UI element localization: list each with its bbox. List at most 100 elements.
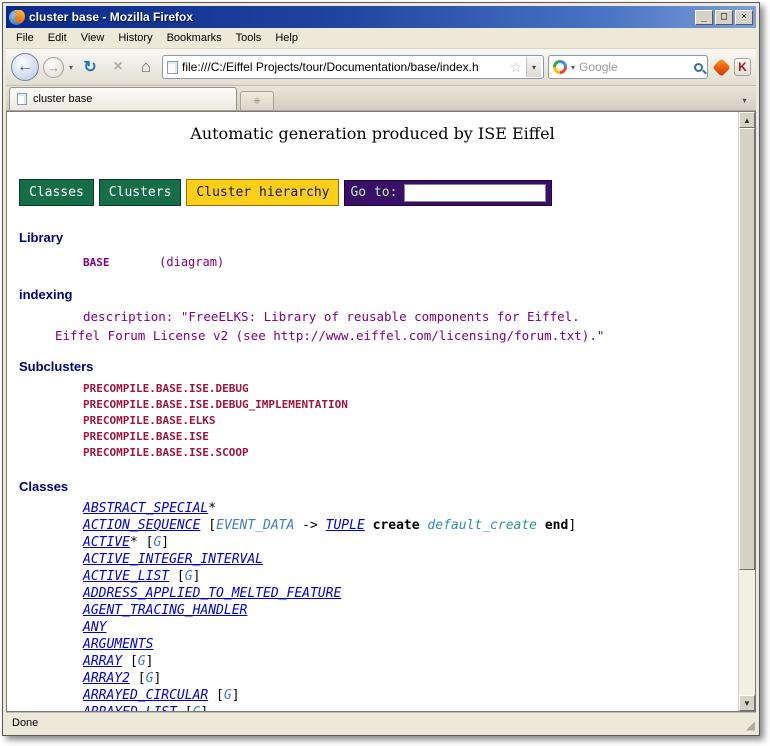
goto-box: Go to: bbox=[344, 180, 552, 206]
library-line: BASE (diagram) bbox=[83, 251, 738, 270]
addon-k-button[interactable]: K bbox=[734, 58, 751, 76]
class-entry: ACTIVE_LIST [G] bbox=[83, 568, 738, 585]
window-title: cluster base - Mozilla Firefox bbox=[29, 10, 690, 24]
class-link[interactable]: TUPLE bbox=[326, 518, 365, 533]
nav-button-clusters[interactable]: Clusters bbox=[99, 179, 182, 206]
status-bar: Done ◢ bbox=[6, 712, 756, 732]
scrollbar-thumb[interactable] bbox=[739, 128, 755, 570]
nav-button-classes[interactable]: Classes bbox=[19, 179, 94, 206]
scrollbar-track[interactable] bbox=[739, 128, 755, 695]
minimize-button[interactable]: _ bbox=[695, 10, 713, 25]
list-all-tabs-button[interactable]: ▾ bbox=[736, 91, 753, 110]
class-text-kw: create bbox=[365, 518, 428, 533]
back-button[interactable]: ← bbox=[11, 53, 39, 81]
diagram-link[interactable]: (diagram) bbox=[159, 255, 224, 269]
class-text-gen: G bbox=[138, 654, 146, 669]
class-link[interactable]: ARRAY2 bbox=[83, 671, 130, 686]
goto-input[interactable] bbox=[404, 184, 546, 202]
subcluster-link[interactable]: PRECOMPILE.BASE.ISE.DEBUG bbox=[83, 381, 738, 397]
maximize-button[interactable]: □ bbox=[715, 10, 733, 25]
menu-file[interactable]: File bbox=[9, 29, 41, 47]
class-text-plain: ] bbox=[200, 705, 208, 711]
class-entry: ARGUMENTS bbox=[83, 636, 738, 653]
class-text-plain: -> bbox=[294, 518, 325, 533]
home-icon: ⌂ bbox=[141, 57, 151, 77]
menu-bookmarks[interactable]: Bookmarks bbox=[160, 29, 229, 47]
library-heading: Library bbox=[19, 230, 738, 245]
class-text-plain: ] bbox=[193, 569, 201, 584]
class-link[interactable]: ACTIVE_INTEGER_INTERVAL bbox=[83, 552, 263, 567]
search-input[interactable] bbox=[579, 60, 691, 74]
indexing-heading: indexing bbox=[19, 287, 738, 302]
subcluster-link[interactable]: PRECOMPILE.BASE.ELKS bbox=[83, 413, 738, 429]
class-link[interactable]: ACTIVE bbox=[83, 535, 130, 550]
url-input[interactable] bbox=[182, 60, 505, 74]
goto-label: Go to: bbox=[350, 185, 397, 200]
class-link[interactable]: ABSTRACT_SPECIAL bbox=[83, 501, 208, 516]
tab-bar: cluster base ⁜ ▾ bbox=[6, 86, 756, 111]
menu-help[interactable]: Help bbox=[268, 29, 305, 47]
class-entry: ACTION_SEQUENCE [EVENT_DATA -> TUPLE cre… bbox=[83, 517, 738, 534]
class-text-gen: EVENT_DATA bbox=[216, 518, 294, 533]
class-link[interactable]: ACTIVE_LIST bbox=[83, 569, 169, 584]
class-entry: ACTIVE_INTEGER_INTERVAL bbox=[83, 551, 738, 568]
class-link[interactable]: ACTION_SEQUENCE bbox=[83, 518, 200, 533]
class-link[interactable]: ARGUMENTS bbox=[83, 637, 153, 652]
class-link[interactable]: ARRAYED_CIRCULAR bbox=[83, 688, 208, 703]
scroll-down-button[interactable]: ▼ bbox=[739, 695, 755, 711]
addon-gem-icon[interactable] bbox=[712, 58, 730, 76]
classes-heading: Classes bbox=[19, 479, 738, 494]
subcluster-link[interactable]: PRECOMPILE.BASE.ISE.SCOOP bbox=[83, 445, 738, 461]
class-text-plain: ] bbox=[153, 671, 161, 686]
class-link[interactable]: ARRAYED_LIST bbox=[83, 705, 177, 711]
navigation-toolbar: ← → ▾ ↻ × ⌂ ☆ ▾ ▾ K bbox=[6, 49, 756, 86]
history-dropdown-icon[interactable]: ▾ bbox=[68, 63, 74, 72]
search-bar[interactable]: ▾ bbox=[548, 55, 708, 79]
menu-edit[interactable]: Edit bbox=[41, 29, 74, 47]
search-engine-dropdown-icon[interactable]: ▾ bbox=[570, 63, 576, 72]
class-link[interactable]: AGENT_TRACING_HANDLER bbox=[83, 603, 247, 618]
class-text-plain: * bbox=[208, 501, 216, 516]
class-entry: ADDRESS_APPLIED_TO_MELTED_FEATURE bbox=[83, 585, 738, 602]
class-entry: ARRAY2 [G] bbox=[83, 670, 738, 687]
bookmark-star-icon[interactable]: ☆ bbox=[509, 59, 522, 76]
browser-content: Automatic generation produced by ISE Eif… bbox=[6, 111, 756, 712]
class-text-plain: [ bbox=[177, 705, 193, 711]
class-link[interactable]: ARRAY bbox=[83, 654, 122, 669]
vertical-scrollbar[interactable]: ▲ ▼ bbox=[738, 112, 755, 711]
subclusters-heading: Subclusters bbox=[19, 359, 738, 374]
tab-cluster-base[interactable]: cluster base bbox=[9, 87, 237, 110]
tab-label: cluster base bbox=[33, 93, 92, 105]
subcluster-link[interactable]: PRECOMPILE.BASE.ISE.DEBUG_IMPLEMENTATION bbox=[83, 397, 738, 413]
class-entry: ARRAYED_LIST [G] bbox=[83, 704, 738, 711]
status-text: Done bbox=[12, 717, 38, 729]
reload-icon: ↻ bbox=[83, 57, 96, 77]
resize-grip[interactable]: ◢ bbox=[746, 719, 755, 731]
class-text-plain: [ bbox=[169, 569, 185, 584]
nav-button-cluster-hierarchy[interactable]: Cluster hierarchy bbox=[186, 179, 339, 206]
indexing-line-2: Eiffel Forum License v2 (see http://www.… bbox=[55, 328, 738, 343]
url-dropdown-button[interactable]: ▾ bbox=[526, 57, 541, 77]
class-link[interactable]: ADDRESS_APPLIED_TO_MELTED_FEATURE bbox=[83, 586, 341, 601]
browser-window: cluster base - Mozilla Firefox _ □ × Fil… bbox=[2, 2, 760, 736]
home-button[interactable]: ⌂ bbox=[134, 55, 158, 79]
class-text-plain: [ bbox=[200, 518, 216, 533]
page-title: Automatic generation produced by ISE Eif… bbox=[7, 124, 738, 143]
stop-button[interactable]: × bbox=[106, 55, 130, 79]
forward-button[interactable]: → bbox=[43, 57, 64, 78]
title-bar[interactable]: cluster base - Mozilla Firefox _ □ × bbox=[6, 6, 756, 28]
close-button[interactable]: × bbox=[735, 10, 753, 25]
menu-view[interactable]: View bbox=[74, 29, 112, 47]
url-bar[interactable]: ☆ ▾ bbox=[162, 55, 544, 79]
google-logo-icon[interactable] bbox=[553, 60, 567, 74]
menu-bar: FileEditViewHistoryBookmarksToolsHelp bbox=[6, 28, 756, 49]
menu-tools[interactable]: Tools bbox=[229, 29, 269, 47]
menu-history[interactable]: History bbox=[111, 29, 159, 47]
cluster-base-link[interactable]: BASE bbox=[83, 256, 110, 269]
search-magnifier-icon[interactable] bbox=[694, 63, 703, 72]
scroll-up-button[interactable]: ▲ bbox=[739, 112, 755, 128]
class-link[interactable]: ANY bbox=[83, 620, 106, 635]
reload-button[interactable]: ↻ bbox=[78, 55, 102, 79]
new-tab-stub[interactable]: ⁜ bbox=[240, 91, 274, 110]
subcluster-link[interactable]: PRECOMPILE.BASE.ISE bbox=[83, 429, 738, 445]
